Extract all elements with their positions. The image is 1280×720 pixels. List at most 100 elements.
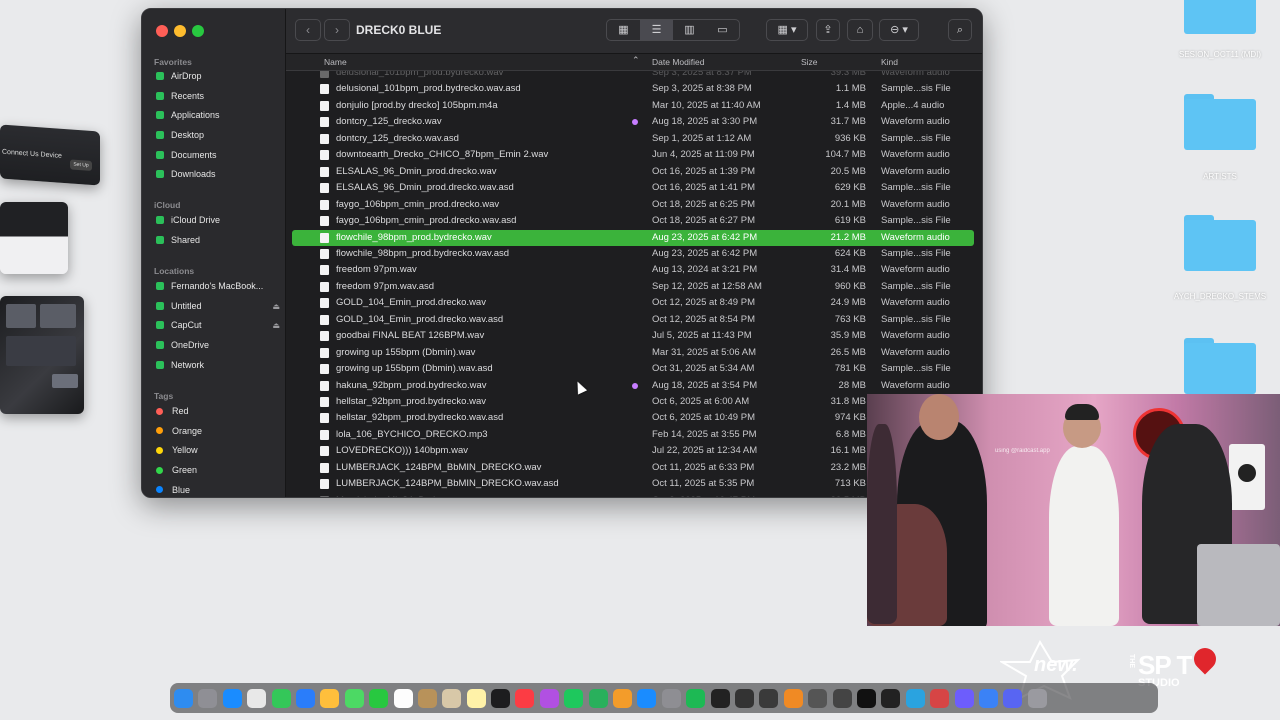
- sidebar-tag-blue[interactable]: Blue: [156, 482, 280, 497]
- file-row[interactable]: ELSALAS_96_Dmin_prod.drecko.wav Oct 16, 2…: [292, 164, 974, 180]
- file-row[interactable]: flowchile_98bpm_prod.bydrecko.wav.asd Aug…: [292, 246, 974, 262]
- search-icon[interactable]: ⌕: [948, 19, 972, 41]
- sidebar-item-capcut[interactable]: CapCut ⏏: [156, 317, 280, 333]
- column-kind-header[interactable]: Kind: [881, 57, 898, 67]
- close-window-button[interactable]: [156, 25, 168, 37]
- dock-logic-icon[interactable]: [832, 688, 852, 708]
- dock-photos-icon[interactable]: [320, 688, 340, 708]
- dock-safari-icon[interactable]: [222, 688, 242, 708]
- dock-mail-icon[interactable]: [295, 688, 315, 708]
- sidebar-item-documents[interactable]: Documents: [156, 147, 280, 163]
- column-name-header[interactable]: Name: [324, 57, 347, 67]
- column-date-header[interactable]: Date Modified: [652, 57, 704, 67]
- file-row[interactable]: ELSALAS_96_Dmin_prod.drecko.wav.asd Oct 1…: [292, 180, 974, 196]
- forward-button[interactable]: ›: [324, 19, 350, 41]
- sidebar-item-desktop[interactable]: Desktop: [156, 127, 280, 143]
- dock-chrome-icon[interactable]: [247, 688, 267, 708]
- sidebar-tag-yellow[interactable]: Yellow: [156, 442, 280, 458]
- column-size-header[interactable]: Size: [801, 57, 818, 67]
- dock-trash-icon[interactable]: [1027, 688, 1047, 708]
- desktop-folder-1[interactable]: [1184, 0, 1256, 34]
- desktop-folder-3[interactable]: [1184, 215, 1256, 271]
- file-row[interactable]: delusional_101bpm_prod.bydrecko.wav Sep 3…: [292, 71, 974, 81]
- sidebar-item-network[interactable]: Network: [156, 357, 280, 373]
- stage-window-1[interactable]: Connect Us Device Set Up: [0, 124, 100, 186]
- sidebar-item-applications[interactable]: Applications: [156, 107, 280, 123]
- sidebar-item-downloads[interactable]: Downloads: [156, 166, 280, 182]
- tag-icon[interactable]: ⌂: [847, 19, 873, 41]
- dock-settings-icon[interactable]: [661, 688, 681, 708]
- file-row[interactable]: freedom 97pm.wav Aug 13, 2024 at 3:21 PM 3…: [292, 262, 974, 278]
- file-row[interactable]: GOLD_104_Emin_prod.drecko.wav.asd Oct 12,…: [292, 312, 974, 328]
- dock-notes-icon[interactable]: [466, 688, 486, 708]
- sidebar-item-icloud-drive[interactable]: iCloud Drive: [156, 212, 280, 228]
- dock-c-app-icon[interactable]: [881, 688, 901, 708]
- dock-numbers-icon[interactable]: [564, 688, 584, 708]
- dock-discord-icon[interactable]: [1003, 688, 1023, 708]
- file-row[interactable]: dontcry_125_drecko.wav.asd Sep 1, 2025 at…: [292, 131, 974, 147]
- file-row[interactable]: growing up 155bpm (Dbmin).wav.asd Oct 31,…: [292, 361, 974, 377]
- dock-messages-icon[interactable]: [271, 688, 291, 708]
- sidebar-item-untitled[interactable]: Untitled ⏏: [156, 298, 280, 314]
- sidebar-item-shared[interactable]: Shared: [156, 232, 280, 248]
- file-row[interactable]: donjulio [prod.by drecko] 105bpm.m4a Mar …: [292, 98, 974, 114]
- desktop-folder-4[interactable]: [1184, 338, 1256, 394]
- dock-help-icon[interactable]: [808, 688, 828, 708]
- file-row[interactable]: hakuna_92bpm_prod.bydrecko.wav Aug 18, 20…: [292, 378, 974, 394]
- stage-window-3[interactable]: [0, 296, 84, 414]
- dock-finder-icon[interactable]: [174, 688, 193, 708]
- gallery-view-button[interactable]: ▭: [706, 20, 739, 40]
- more-actions-button[interactable]: ⊖ ▾: [879, 19, 919, 41]
- sidebar-item-macbook[interactable]: Fernando's MacBook...: [156, 278, 280, 294]
- file-row[interactable]: faygo_106bpm_cmin_prod.drecko.wav Oct 18,…: [292, 197, 974, 213]
- sidebar-tag-green[interactable]: Green: [156, 462, 280, 478]
- dock-contacts-icon[interactable]: [442, 688, 462, 708]
- minimize-window-button[interactable]: [174, 25, 186, 37]
- back-button[interactable]: ‹: [295, 19, 321, 41]
- dock-telegram-icon[interactable]: [905, 688, 925, 708]
- zoom-window-button[interactable]: [192, 25, 204, 37]
- file-row[interactable]: faygo_106bpm_cmin_prod.drecko.wav.asd Oct…: [292, 213, 974, 229]
- dock-live-icon[interactable]: [759, 688, 779, 708]
- icon-view-button[interactable]: ▦: [607, 20, 640, 40]
- dock-vortex-icon[interactable]: [954, 688, 974, 708]
- desktop-folder-2[interactable]: [1184, 94, 1256, 150]
- dock-facetime-icon[interactable]: [369, 688, 389, 708]
- stage-window-2[interactable]: [0, 202, 68, 274]
- dock-arc-icon[interactable]: [930, 688, 950, 708]
- dock-music-icon[interactable]: [515, 688, 535, 708]
- sidebar-item-recents[interactable]: Recents: [156, 88, 280, 104]
- dock-notes-brown-icon[interactable]: [417, 688, 437, 708]
- file-row[interactable]: growing up 155bpm (Dbmin).wav Mar 31, 202…: [292, 345, 974, 361]
- dock-numbers2-icon[interactable]: [588, 688, 608, 708]
- dock-capcut-icon[interactable]: [856, 688, 876, 708]
- file-row[interactable]: dontcry_125_drecko.wav Aug 18, 2025 at 3:…: [292, 114, 974, 130]
- dock-maps-icon[interactable]: [344, 688, 364, 708]
- file-row[interactable]: delusional_101bpm_prod.bydrecko.wav.asd S…: [292, 81, 974, 97]
- dock-pages-icon[interactable]: [613, 688, 633, 708]
- eject-icon[interactable]: ⏏: [272, 302, 280, 311]
- eject-icon[interactable]: ⏏: [272, 321, 280, 330]
- dock-tv-icon[interactable]: [491, 688, 511, 708]
- dock-launchpad-icon[interactable]: [198, 688, 218, 708]
- file-row[interactable]: GOLD_104_Emin_prod.drecko.wav Oct 12, 202…: [292, 295, 974, 311]
- dock-calendar-icon[interactable]: [393, 688, 413, 708]
- sidebar-tag-orange[interactable]: Orange: [156, 423, 280, 439]
- dock-waves-icon[interactable]: [710, 688, 730, 708]
- dock-downloads-icon[interactable]: [978, 688, 998, 708]
- group-by-button[interactable]: ▦ ▾: [766, 19, 808, 41]
- share-icon[interactable]: ⇪: [816, 19, 840, 41]
- file-row[interactable]: downtoearth_Drecko_CHICO_87bpm_Emin 2.wa…: [292, 147, 974, 163]
- sidebar-item-onedrive[interactable]: OneDrive: [156, 337, 280, 353]
- file-row[interactable]: flowchile_98bpm_prod.bydrecko.wav Aug 23,…: [292, 229, 974, 246]
- file-row[interactable]: freedom 97pm.wav.asd Sep 12, 2025 at 12:5…: [292, 279, 974, 295]
- dock-appstore-icon[interactable]: [637, 688, 657, 708]
- sidebar-tag-red[interactable]: Red: [156, 403, 280, 419]
- dock-podcasts-icon[interactable]: [539, 688, 559, 708]
- sidebar-item-airdrop[interactable]: AirDrop: [156, 68, 280, 84]
- column-view-button[interactable]: ▥: [673, 20, 706, 40]
- file-row[interactable]: goodbai FINAL BEAT 126BPM.wav Jul 5, 2025…: [292, 328, 974, 344]
- list-view-button[interactable]: ☰: [640, 20, 673, 40]
- dock-flstudio-icon[interactable]: [783, 688, 803, 708]
- dock-spotify-icon[interactable]: [686, 688, 706, 708]
